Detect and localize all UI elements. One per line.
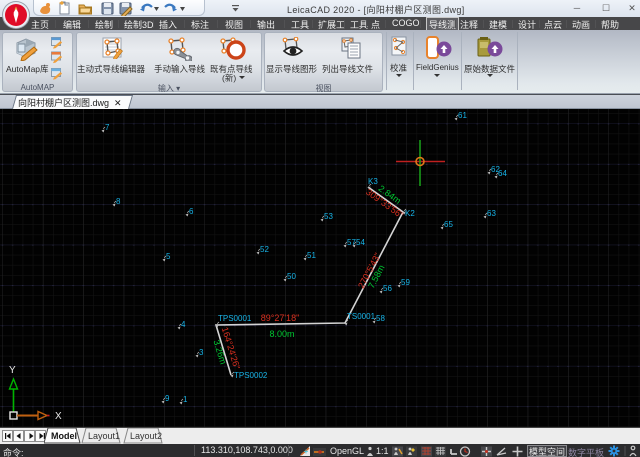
svg-text:OpenGL: OpenGL <box>330 446 364 456</box>
svg-text:K3: K3 <box>368 177 378 186</box>
svg-text:X: X <box>55 411 62 422</box>
svg-text:Layout2: Layout2 <box>130 431 162 441</box>
svg-text:Y: Y <box>9 365 16 376</box>
svg-text:6: 6 <box>189 207 194 216</box>
svg-text:7: 7 <box>105 123 110 132</box>
svg-text:53: 53 <box>324 212 333 221</box>
svg-text:8.00m: 8.00m <box>269 329 294 339</box>
svg-text:54: 54 <box>356 238 365 247</box>
svg-text:9: 9 <box>165 394 170 403</box>
svg-text:TPS0002: TPS0002 <box>234 371 268 380</box>
svg-text:Layout1: Layout1 <box>88 431 120 441</box>
svg-text:4: 4 <box>181 320 186 329</box>
svg-text:K2: K2 <box>405 209 415 218</box>
svg-text:61: 61 <box>458 111 467 120</box>
svg-text:64: 64 <box>498 169 507 178</box>
svg-text:56: 56 <box>383 284 392 293</box>
svg-text:5: 5 <box>166 252 171 261</box>
svg-text:TS0001: TS0001 <box>347 312 376 321</box>
svg-text:89°27'18": 89°27'18" <box>261 313 300 323</box>
svg-text:58: 58 <box>376 314 385 323</box>
svg-text:50: 50 <box>287 272 296 281</box>
svg-text:1: 1 <box>183 395 188 404</box>
svg-text:3: 3 <box>199 348 204 357</box>
svg-text:52: 52 <box>260 245 269 254</box>
svg-text:1:1: 1:1 <box>376 446 389 456</box>
svg-text:Model: Model <box>51 431 77 441</box>
svg-text:TPS0001: TPS0001 <box>218 314 252 323</box>
svg-text:8: 8 <box>116 197 121 206</box>
svg-text:65: 65 <box>444 220 453 229</box>
svg-text:63: 63 <box>487 209 496 218</box>
svg-text:51: 51 <box>307 251 316 260</box>
svg-text:59: 59 <box>401 278 410 287</box>
